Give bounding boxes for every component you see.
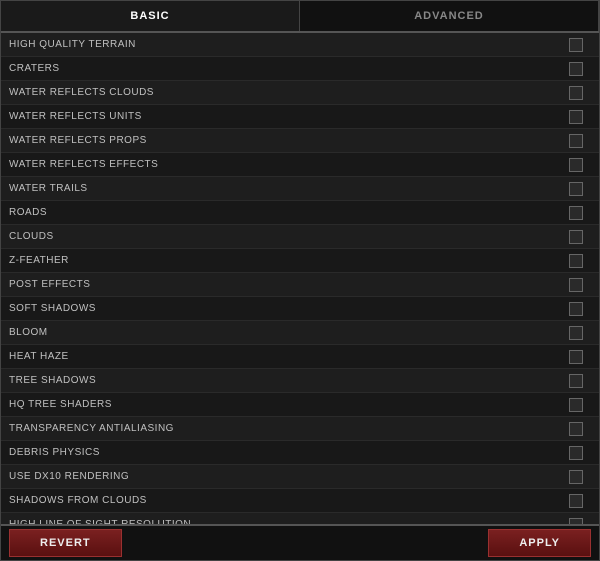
checkbox-area [561,470,591,484]
checkbox-area [561,422,591,436]
setting-label: TRANSPARENCY ANTIALIASING [9,423,561,434]
setting-checkbox[interactable] [569,110,583,124]
table-row: CLOUDS [1,225,599,249]
setting-checkbox[interactable] [569,494,583,508]
setting-checkbox[interactable] [569,470,583,484]
table-row: ROADS [1,201,599,225]
table-row: WATER REFLECTS CLOUDS [1,81,599,105]
table-row: HIGH LINE OF SIGHT RESOLUTION [1,513,599,524]
setting-label: DEBRIS PHYSICS [9,447,561,458]
settings-window: BASIC ADVANCED HIGH QUALITY TERRAIN CRATE… [0,0,600,561]
table-row: HQ TREE SHADERS [1,393,599,417]
apply-button[interactable]: APPLY [488,529,591,557]
table-row: SHADOWS FROM CLOUDS [1,489,599,513]
table-row: WATER REFLECTS EFFECTS [1,153,599,177]
setting-label: SOFT SHADOWS [9,303,561,314]
setting-checkbox[interactable] [569,134,583,148]
checkbox-area [561,326,591,340]
table-row: CRATERS [1,57,599,81]
checkbox-area [561,350,591,364]
checkbox-area [561,62,591,76]
setting-checkbox[interactable] [569,350,583,364]
setting-checkbox[interactable] [569,182,583,196]
setting-label: WATER REFLECTS CLOUDS [9,87,561,98]
setting-label: Z-FEATHER [9,255,561,266]
checkbox-area [561,158,591,172]
setting-label: WATER REFLECTS EFFECTS [9,159,561,170]
checkbox-area [561,254,591,268]
checkbox-area [561,134,591,148]
setting-label: HIGH QUALITY TERRAIN [9,39,561,50]
setting-checkbox[interactable] [569,326,583,340]
setting-checkbox[interactable] [569,278,583,292]
setting-label: TREE SHADOWS [9,375,561,386]
content-area: HIGH QUALITY TERRAIN CRATERS WATER REFLECT… [1,33,599,524]
checkbox-area [561,374,591,388]
setting-checkbox[interactable] [569,230,583,244]
setting-checkbox[interactable] [569,422,583,436]
table-row: WATER REFLECTS PROPS [1,129,599,153]
setting-label: CLOUDS [9,231,561,242]
table-row: POST EFFECTS [1,273,599,297]
table-row: TREE SHADOWS [1,369,599,393]
setting-checkbox[interactable] [569,254,583,268]
setting-checkbox[interactable] [569,38,583,52]
setting-checkbox[interactable] [569,446,583,460]
table-row: DEBRIS PHYSICS [1,441,599,465]
checkbox-area [561,86,591,100]
setting-label: ROADS [9,207,561,218]
setting-label: WATER REFLECTS UNITS [9,111,561,122]
setting-label: SHADOWS FROM CLOUDS [9,495,561,506]
table-row: TRANSPARENCY ANTIALIASING [1,417,599,441]
setting-checkbox[interactable] [569,86,583,100]
footer: REVERT APPLY [1,524,599,560]
revert-button[interactable]: REVERT [9,529,122,557]
setting-label: POST EFFECTS [9,279,561,290]
setting-label: HQ TREE SHADERS [9,399,561,410]
checkbox-area [561,278,591,292]
checkbox-area [561,38,591,52]
table-row: HEAT HAZE [1,345,599,369]
table-row: HIGH QUALITY TERRAIN [1,33,599,57]
checkbox-area [561,110,591,124]
setting-checkbox[interactable] [569,302,583,316]
setting-checkbox[interactable] [569,374,583,388]
checkbox-area [561,302,591,316]
table-row: USE DX10 RENDERING [1,465,599,489]
tab-advanced[interactable]: ADVANCED [300,1,599,31]
checkbox-area [561,182,591,196]
checkbox-area [561,494,591,508]
setting-label: WATER REFLECTS PROPS [9,135,561,146]
setting-label: BLOOM [9,327,561,338]
table-row: WATER TRAILS [1,177,599,201]
tab-basic[interactable]: BASIC [1,1,300,31]
checkbox-area [561,398,591,412]
setting-label: WATER TRAILS [9,183,561,194]
setting-checkbox[interactable] [569,62,583,76]
setting-label: HEAT HAZE [9,351,561,362]
checkbox-area [561,446,591,460]
settings-list[interactable]: HIGH QUALITY TERRAIN CRATERS WATER REFLECT… [1,33,599,524]
table-row: SOFT SHADOWS [1,297,599,321]
setting-label: USE DX10 RENDERING [9,471,561,482]
table-row: BLOOM [1,321,599,345]
checkbox-area [561,206,591,220]
setting-checkbox[interactable] [569,398,583,412]
setting-label: CRATERS [9,63,561,74]
setting-checkbox[interactable] [569,158,583,172]
setting-checkbox[interactable] [569,206,583,220]
table-row: WATER REFLECTS UNITS [1,105,599,129]
checkbox-area [561,230,591,244]
tab-bar: BASIC ADVANCED [1,1,599,33]
table-row: Z-FEATHER [1,249,599,273]
